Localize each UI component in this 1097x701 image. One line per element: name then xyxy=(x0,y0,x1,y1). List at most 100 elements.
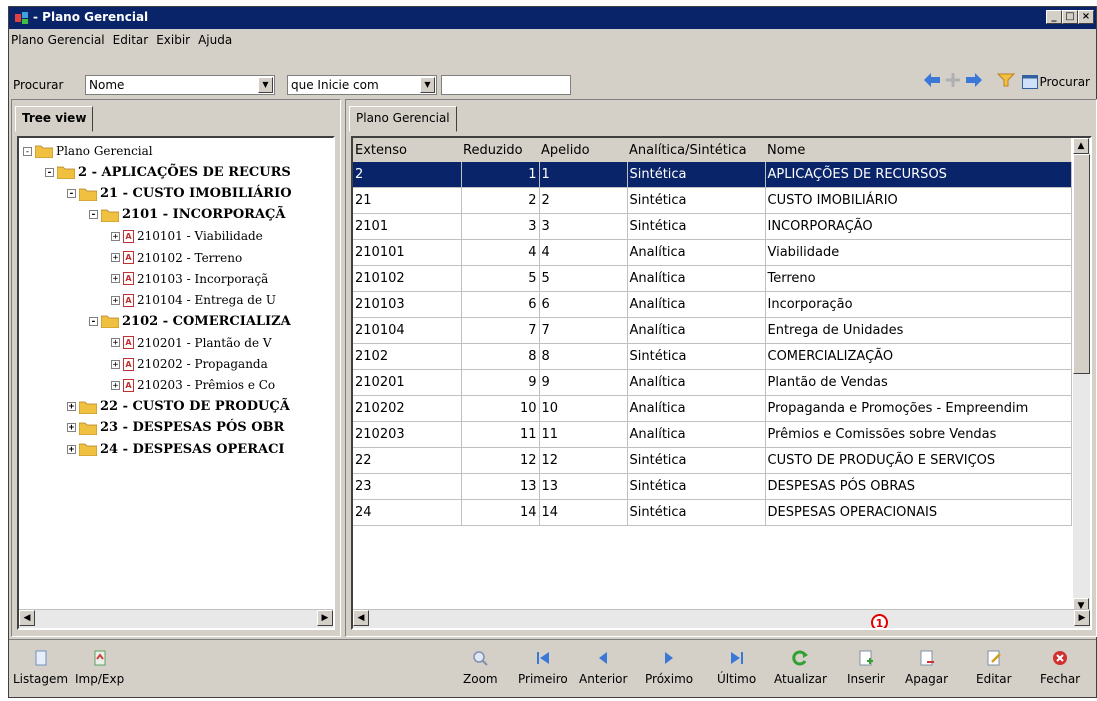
expand-icon[interactable]: + xyxy=(111,380,120,390)
table-row[interactable]: 210103 6 6 Analítica Incorporação xyxy=(353,291,1072,318)
collapse-icon[interactable]: - xyxy=(89,210,98,220)
collapse-icon[interactable]: - xyxy=(89,316,98,326)
table-row[interactable]: 210102 5 5 Analítica Terreno xyxy=(353,265,1072,292)
tree-node[interactable]: +22 - CUSTO DE PRODUÇÃ xyxy=(67,398,290,416)
menu-plano-gerencial[interactable]: Plano Gerencial xyxy=(9,31,111,49)
tree-node[interactable]: - 2 - APLICAÇÕES DE RECURS xyxy=(45,163,291,181)
expand-icon[interactable]: + xyxy=(111,231,120,241)
table-cell: 22 xyxy=(353,447,462,474)
table-row[interactable]: 210201 9 9 Analítica Plantão de Vendas xyxy=(353,369,1072,396)
table-row[interactable]: 2102 8 8 Sintética COMERCIALIZAÇÃO xyxy=(353,343,1072,370)
move-icon[interactable] xyxy=(946,73,960,87)
collapse-icon[interactable]: - xyxy=(67,189,76,199)
filter-icon[interactable] xyxy=(996,73,1016,87)
arrow-right-icon[interactable] xyxy=(966,73,982,87)
arrow-left-icon[interactable] xyxy=(924,73,940,87)
anterior-button[interactable]: Anterior xyxy=(579,650,627,686)
data-grid[interactable]: Extenso Reduzido Apelido Analítica/Sintétic… xyxy=(351,136,1092,630)
table-row[interactable]: 210101 4 4 Analítica Viabilidade xyxy=(353,239,1072,266)
grid-vertical-scrollbar[interactable]: ▲ ▼ xyxy=(1073,138,1090,614)
listagem-button[interactable]: Listagem xyxy=(13,650,68,686)
column-header[interactable]: Reduzido xyxy=(461,138,539,162)
expand-icon[interactable]: + xyxy=(111,359,120,369)
tree-node[interactable]: +24 - DESPESAS OPERACI xyxy=(67,440,285,458)
table-row[interactable]: 2101 3 3 Sintética INCORPORAÇÃO xyxy=(353,213,1072,240)
table-row[interactable]: 22 12 12 Sintética CUSTO DE PRODUÇÃO E SERVI… xyxy=(353,447,1072,474)
table-row[interactable]: 210203 11 11 Analítica Prêmios e Comissões s… xyxy=(353,421,1072,448)
button-label: Apagar xyxy=(905,672,949,686)
column-header[interactable]: Apelido xyxy=(539,138,627,162)
table-cell: 210202 xyxy=(353,395,462,422)
close-window-button[interactable]: × xyxy=(1078,10,1094,24)
scroll-up-icon[interactable]: ▲ xyxy=(1073,138,1089,154)
editar-button[interactable]: Editar xyxy=(976,650,1012,686)
table-cell: 2 xyxy=(539,187,628,214)
search-input[interactable] xyxy=(441,75,571,95)
scroll-thumb[interactable] xyxy=(1073,154,1090,374)
procurar-label: Procurar xyxy=(1039,75,1090,89)
expand-icon[interactable]: + xyxy=(67,402,76,412)
tab-plano-gerencial[interactable]: Plano Gerencial xyxy=(349,106,457,132)
imp-exp-button[interactable]: Imp/Exp xyxy=(75,650,124,686)
table-row[interactable]: 210104 7 7 Analítica Entrega de Unidades xyxy=(353,317,1072,344)
-ltimo-button[interactable]: Último xyxy=(717,650,756,686)
tree-view[interactable]: - Plano Gerencial -2 - APLICAÇÕES DE RECUR… xyxy=(17,136,335,630)
tree-node[interactable]: + A 210203 - Prêmios e Co xyxy=(111,376,275,394)
tree-node[interactable]: + A 210104 - Entrega de U xyxy=(111,291,276,309)
column-header[interactable]: Analítica/Sintética xyxy=(627,138,765,162)
button-label: Último xyxy=(717,672,757,686)
pr-ximo-button[interactable]: Próximo xyxy=(645,650,693,686)
primeiro-button[interactable]: Primeiro xyxy=(518,650,568,686)
column-header[interactable]: Extenso xyxy=(353,138,461,162)
table-cell: 9 xyxy=(461,369,540,396)
collapse-icon[interactable]: - xyxy=(23,146,32,156)
table-row[interactable]: 210202 10 10 Analítica Propaganda e Promoçõe… xyxy=(353,395,1072,422)
tree-node[interactable]: - 2101 - INCORPORAÇÃ xyxy=(89,206,286,224)
menu-exibir[interactable]: Exibir xyxy=(154,31,196,49)
scroll-left-icon[interactable]: ◀ xyxy=(353,610,369,626)
fechar-button[interactable]: Fechar xyxy=(1040,650,1080,686)
tree-node[interactable]: + A 210101 - Viabilidade xyxy=(111,227,263,245)
scroll-right-icon[interactable]: ▶ xyxy=(1074,610,1090,626)
search-condition-select[interactable]: que Inicie com ▼ xyxy=(287,75,437,95)
inserir-button[interactable]: Inserir xyxy=(847,650,885,686)
table-row[interactable]: 24 14 14 Sintética DESPESAS OPERACIONAIS xyxy=(353,499,1072,526)
expand-icon[interactable]: + xyxy=(111,295,120,305)
apagar-button[interactable]: Apagar xyxy=(905,650,948,686)
tab-tree-view[interactable]: Tree view xyxy=(15,106,94,132)
search-field-select[interactable]: Nome ▼ xyxy=(85,75,275,95)
expand-icon[interactable]: + xyxy=(111,338,120,348)
scroll-right-icon[interactable]: ▶ xyxy=(317,610,333,626)
zoom-button[interactable]: Zoom xyxy=(463,650,498,686)
tree-node[interactable]: + A 210201 - Plantão de V xyxy=(111,334,272,352)
chevron-down-icon[interactable]: ▼ xyxy=(420,77,435,93)
table-row[interactable]: 21 2 2 Sintética CUSTO IMOBILIÁRIO xyxy=(353,187,1072,214)
table-cell: 14 xyxy=(539,499,628,526)
collapse-icon[interactable]: - xyxy=(45,167,54,177)
grid-horizontal-scrollbar[interactable]: ◀ 1 ▶ xyxy=(353,609,1090,628)
tree-node[interactable]: +23 - DESPESAS PÓS OBR xyxy=(67,419,284,437)
tree-node[interactable]: + A 210103 - Incorporaçã xyxy=(111,270,268,288)
minimize-button[interactable]: _ xyxy=(1046,10,1062,24)
procurar-button[interactable]: Procurar xyxy=(1021,75,1090,89)
tree-node[interactable]: - 2102 - COMERCIALIZA xyxy=(89,312,291,330)
tree-node[interactable]: + A 210102 - Terreno xyxy=(111,249,242,267)
expand-icon[interactable]: + xyxy=(67,444,76,454)
expand-icon[interactable]: + xyxy=(67,423,76,433)
tree-node[interactable]: - 21 - CUSTO IMOBILIÁRIO xyxy=(67,185,292,203)
scroll-left-icon[interactable]: ◀ xyxy=(19,610,35,626)
tree-horizontal-scrollbar[interactable]: ◀ ▶ xyxy=(19,609,333,628)
table-row[interactable]: 2 1 1 Sintética APLICAÇÕES DE RECURSOS xyxy=(353,162,1072,188)
expand-icon[interactable]: + xyxy=(111,253,120,263)
table-row[interactable]: 23 13 13 Sintética DESPESAS PÓS OBRAS xyxy=(353,473,1072,500)
tree-node[interactable]: + A 210202 - Propaganda xyxy=(111,355,268,373)
chevron-down-icon[interactable]: ▼ xyxy=(258,77,273,93)
table-cell: 4 xyxy=(461,239,540,266)
column-header[interactable]: Nome xyxy=(765,138,1071,162)
maximize-button[interactable]: □ xyxy=(1062,10,1078,24)
atualizar-button[interactable]: Atualizar xyxy=(774,650,827,686)
menu-ajuda[interactable]: Ajuda xyxy=(196,31,238,49)
menu-editar[interactable]: Editar xyxy=(111,31,155,49)
tree-node[interactable]: - Plano Gerencial xyxy=(23,142,153,160)
expand-icon[interactable]: + xyxy=(111,274,120,284)
